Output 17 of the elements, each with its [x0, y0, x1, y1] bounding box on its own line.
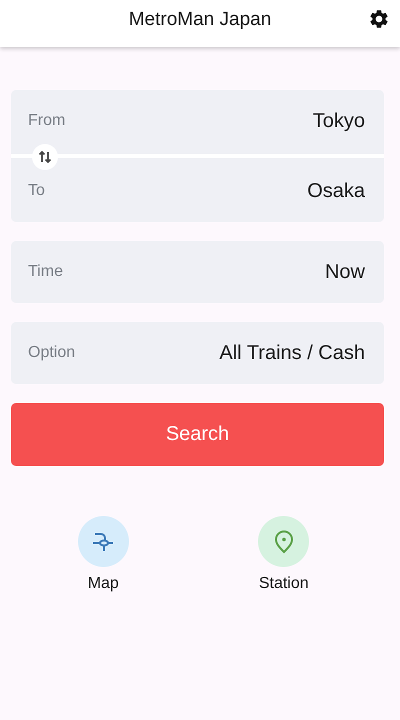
- option-field[interactable]: Option All Trains / Cash: [11, 322, 384, 384]
- field-value: All Trains / Cash: [219, 342, 365, 364]
- route-field[interactable]: From Tokyo: [11, 90, 384, 152]
- route-field[interactable]: To Osaka: [11, 160, 384, 222]
- field-value: Tokyo: [312, 110, 365, 132]
- field-label: Option: [28, 344, 76, 362]
- shortcut-button[interactable]: Station: [258, 516, 310, 593]
- field-label: To: [28, 182, 45, 200]
- shortcut-button[interactable]: Map: [78, 516, 129, 593]
- field-value: Now: [324, 260, 365, 284]
- settings-icon[interactable]: [368, 8, 390, 30]
- app-title: MetroMan Japan: [128, 8, 272, 32]
- option-field[interactable]: Time Now: [11, 241, 384, 303]
- field-label: Time: [28, 263, 63, 281]
- field-value: Osaka: [307, 180, 365, 202]
- field-label: From: [28, 112, 66, 130]
- swap-icon[interactable]: [32, 144, 58, 170]
